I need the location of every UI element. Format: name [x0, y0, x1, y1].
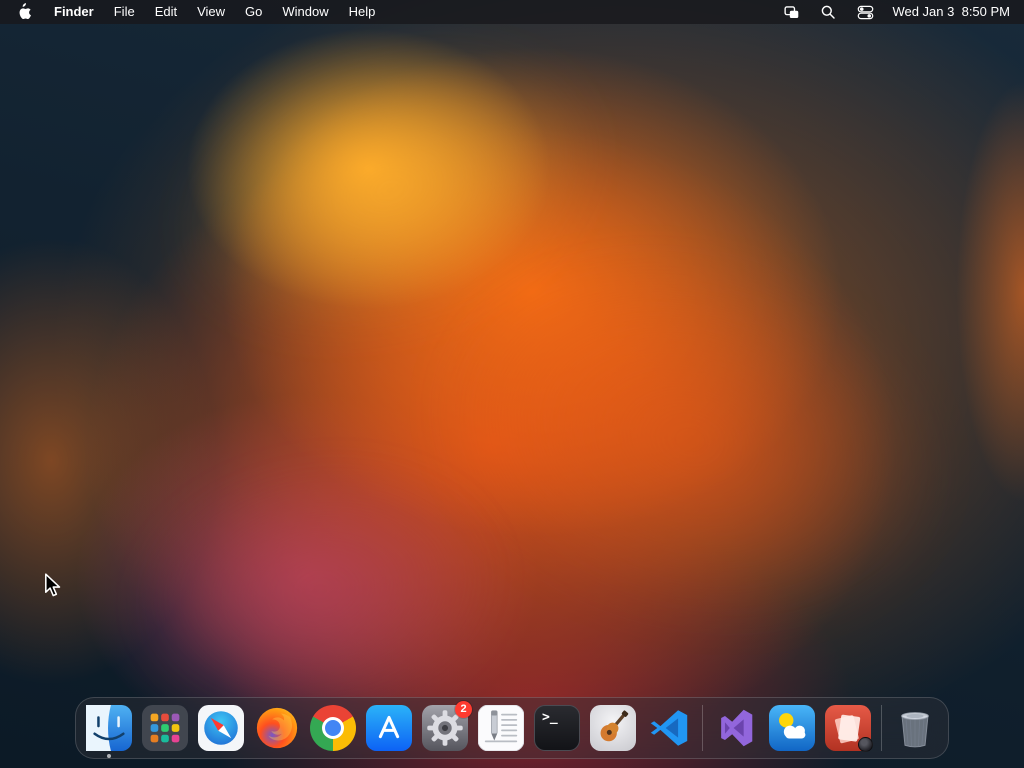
notification-badge: 2 — [455, 701, 472, 718]
textedit-icon — [478, 705, 524, 751]
menu-help[interactable]: Help — [349, 0, 376, 24]
trash-icon — [901, 712, 929, 748]
launchpad-icon — [142, 705, 188, 751]
dock-item-weather[interactable] — [769, 705, 815, 751]
menu-go[interactable]: Go — [245, 0, 262, 24]
apple-menu[interactable] — [14, 2, 34, 22]
menu-edit[interactable]: Edit — [155, 0, 177, 24]
weather-icon — [769, 705, 815, 751]
dock-separator — [702, 705, 703, 751]
dock-item-visual-studio[interactable] — [713, 705, 759, 751]
terminal-icon: >_ — [534, 705, 580, 751]
dock-item-garageband[interactable] — [590, 705, 636, 751]
dock-item-app-store[interactable] — [366, 705, 412, 751]
dock-item-chrome[interactable] — [310, 705, 356, 751]
chrome-icon — [310, 705, 356, 751]
finder-icon — [86, 705, 132, 751]
dock-item-photo-booth[interactable] — [825, 705, 873, 752]
vscode-icon — [650, 710, 688, 746]
apple-icon — [19, 3, 31, 19]
visual-studio-icon — [721, 709, 753, 747]
dock-item-vscode[interactable] — [646, 705, 692, 751]
menu-bar: Finder File Edit View Go Window Help Wed… — [0, 0, 1024, 24]
dock-item-textedit[interactable] — [478, 705, 524, 751]
wallpaper — [0, 0, 1024, 768]
dock: 2 >_ — [75, 697, 949, 759]
dock-item-finder[interactable] — [86, 705, 132, 758]
screen-mirroring-icon[interactable] — [781, 2, 801, 22]
control-center-icon[interactable] — [855, 2, 875, 22]
dock-item-launchpad[interactable] — [142, 705, 188, 751]
garageband-icon — [590, 705, 636, 751]
terminal-prompt-glyph: >_ — [542, 710, 558, 725]
dock-separator — [881, 705, 882, 751]
search-icon[interactable] — [818, 2, 838, 22]
safari-icon — [198, 705, 244, 751]
desktop: Finder File Edit View Go Window Help Wed… — [0, 0, 1024, 768]
menu-window[interactable]: Window — [282, 0, 328, 24]
app-store-icon — [366, 705, 412, 751]
camera-lens — [858, 737, 873, 752]
running-indicator — [107, 754, 111, 758]
dock-item-trash[interactable] — [892, 705, 938, 751]
menu-clock[interactable]: Wed Jan 3 8:50 PM — [892, 0, 1010, 24]
dock-item-safari[interactable] — [198, 705, 244, 751]
menu-app-name[interactable]: Finder — [54, 0, 94, 24]
dock-item-firefox[interactable] — [254, 705, 300, 751]
wallpaper-petal — [125, 446, 515, 734]
firefox-icon — [256, 707, 298, 749]
dock-item-terminal[interactable]: >_ — [534, 705, 580, 751]
menu-file[interactable]: File — [114, 0, 135, 24]
dock-item-system-settings[interactable]: 2 — [422, 701, 472, 751]
menu-view[interactable]: View — [197, 0, 225, 24]
